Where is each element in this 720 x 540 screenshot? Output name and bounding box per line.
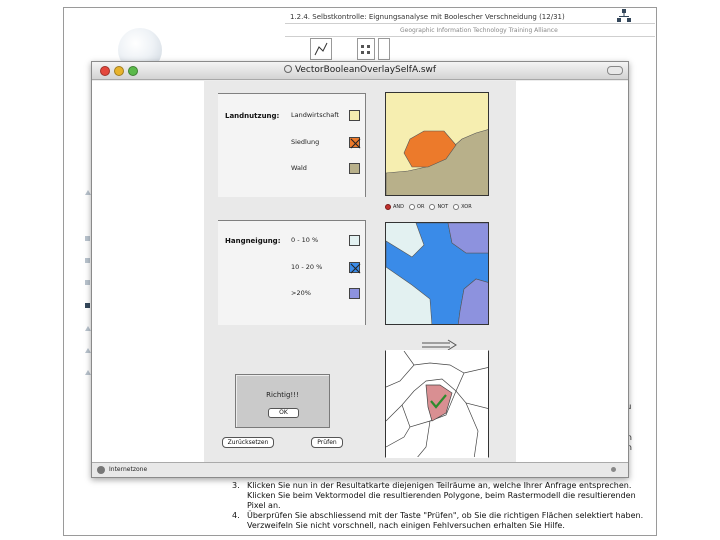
- header-divider: [285, 36, 655, 37]
- boolean-operators: AND OR NOT XOR: [385, 204, 472, 210]
- zone-globe-icon: [97, 466, 105, 474]
- nav-bullet-active-icon[interactable]: [85, 303, 90, 308]
- slope-over-20-checkbox[interactable]: [349, 288, 360, 299]
- nav-bullet-icon[interactable]: [85, 258, 90, 263]
- window-content: Landnutzung: Landwirtschaft Siedlung Wal…: [92, 81, 628, 463]
- radio-icon[interactable]: [453, 204, 460, 210]
- slope-0-10-checkbox[interactable]: [349, 235, 360, 246]
- status-text: Internetzone: [109, 466, 148, 473]
- nav-bullet-icon[interactable]: [85, 236, 90, 241]
- flash-exercise: Landnutzung: Landwirtschaft Siedlung Wal…: [204, 81, 516, 463]
- operator-xor[interactable]: XOR: [453, 204, 472, 210]
- layer-tool-icon[interactable]: [378, 38, 390, 60]
- legend-label: Siedlung: [291, 138, 320, 146]
- landnutzung-heading: Landnutzung:: [225, 112, 280, 120]
- page-subtitle: Geographic Information Technology Traini…: [400, 27, 558, 34]
- hangneigung-heading: Hangneigung:: [225, 237, 281, 245]
- window-titlebar[interactable]: VectorBooleanOverlaySelfA.swf: [92, 62, 628, 80]
- status-bar: Internetzone: [92, 462, 628, 477]
- landnutzung-map[interactable]: [385, 92, 489, 196]
- radio-icon[interactable]: [409, 204, 416, 210]
- legend-label: Landwirtschaft: [291, 111, 339, 119]
- legend-label: 10 - 20 %: [291, 263, 323, 271]
- flash-window: VectorBooleanOverlaySelfA.swf Landnutzun…: [91, 61, 629, 478]
- instruction-number: 3.: [232, 481, 240, 490]
- check-button[interactable]: Prüfen: [311, 437, 343, 448]
- hangneigung-panel: Hangneigung: 0 - 10 % 10 - 20 % >20%: [218, 220, 366, 325]
- operator-and[interactable]: AND: [385, 204, 404, 210]
- wald-checkbox[interactable]: [349, 163, 360, 174]
- landnutzung-panel: Landnutzung: Landwirtschaft Siedlung Wal…: [218, 93, 366, 197]
- landwirtschaft-checkbox[interactable]: [349, 110, 360, 121]
- slope-10-20-checkbox[interactable]: [349, 262, 360, 273]
- resize-grip-icon[interactable]: [611, 467, 616, 472]
- header-divider: [285, 23, 655, 24]
- reset-button[interactable]: Zurücksetzen: [222, 437, 274, 448]
- toolbar-toggle-icon[interactable]: [607, 66, 623, 75]
- siedlung-checkbox[interactable]: [349, 137, 360, 148]
- operator-not[interactable]: NOT: [429, 204, 448, 210]
- legend-label: Wald: [291, 164, 307, 172]
- feedback-message: Richtig!!!: [266, 391, 299, 399]
- gitta-logo-icon: [617, 9, 631, 26]
- window-title: VectorBooleanOverlaySelfA.swf: [92, 65, 628, 75]
- radio-icon[interactable]: [429, 204, 436, 210]
- map-tool-icon[interactable]: [310, 38, 332, 60]
- ok-button[interactable]: OK: [268, 408, 299, 418]
- grid-tool-icon[interactable]: [357, 38, 375, 60]
- hangneigung-map[interactable]: [385, 222, 489, 325]
- result-map[interactable]: [385, 350, 489, 458]
- operator-or[interactable]: OR: [409, 204, 424, 210]
- page-title: 1.2.4. Selbstkontrolle: Eignungsanalyse …: [290, 13, 565, 21]
- legend-label: 0 - 10 %: [291, 236, 319, 244]
- instruction-text: Überprüfen Sie abschliessend mit der Tas…: [247, 511, 644, 530]
- radio-selected-icon[interactable]: [385, 204, 391, 210]
- instruction-text: Klicken Sie nun in der Resultatkarte die…: [247, 481, 636, 510]
- instruction-number: 4.: [232, 511, 240, 520]
- legend-label: >20%: [291, 289, 311, 297]
- feedback-dialog: Richtig!!! OK: [235, 374, 330, 428]
- nav-bullet-icon[interactable]: [85, 280, 90, 285]
- document-icon: [283, 65, 292, 73]
